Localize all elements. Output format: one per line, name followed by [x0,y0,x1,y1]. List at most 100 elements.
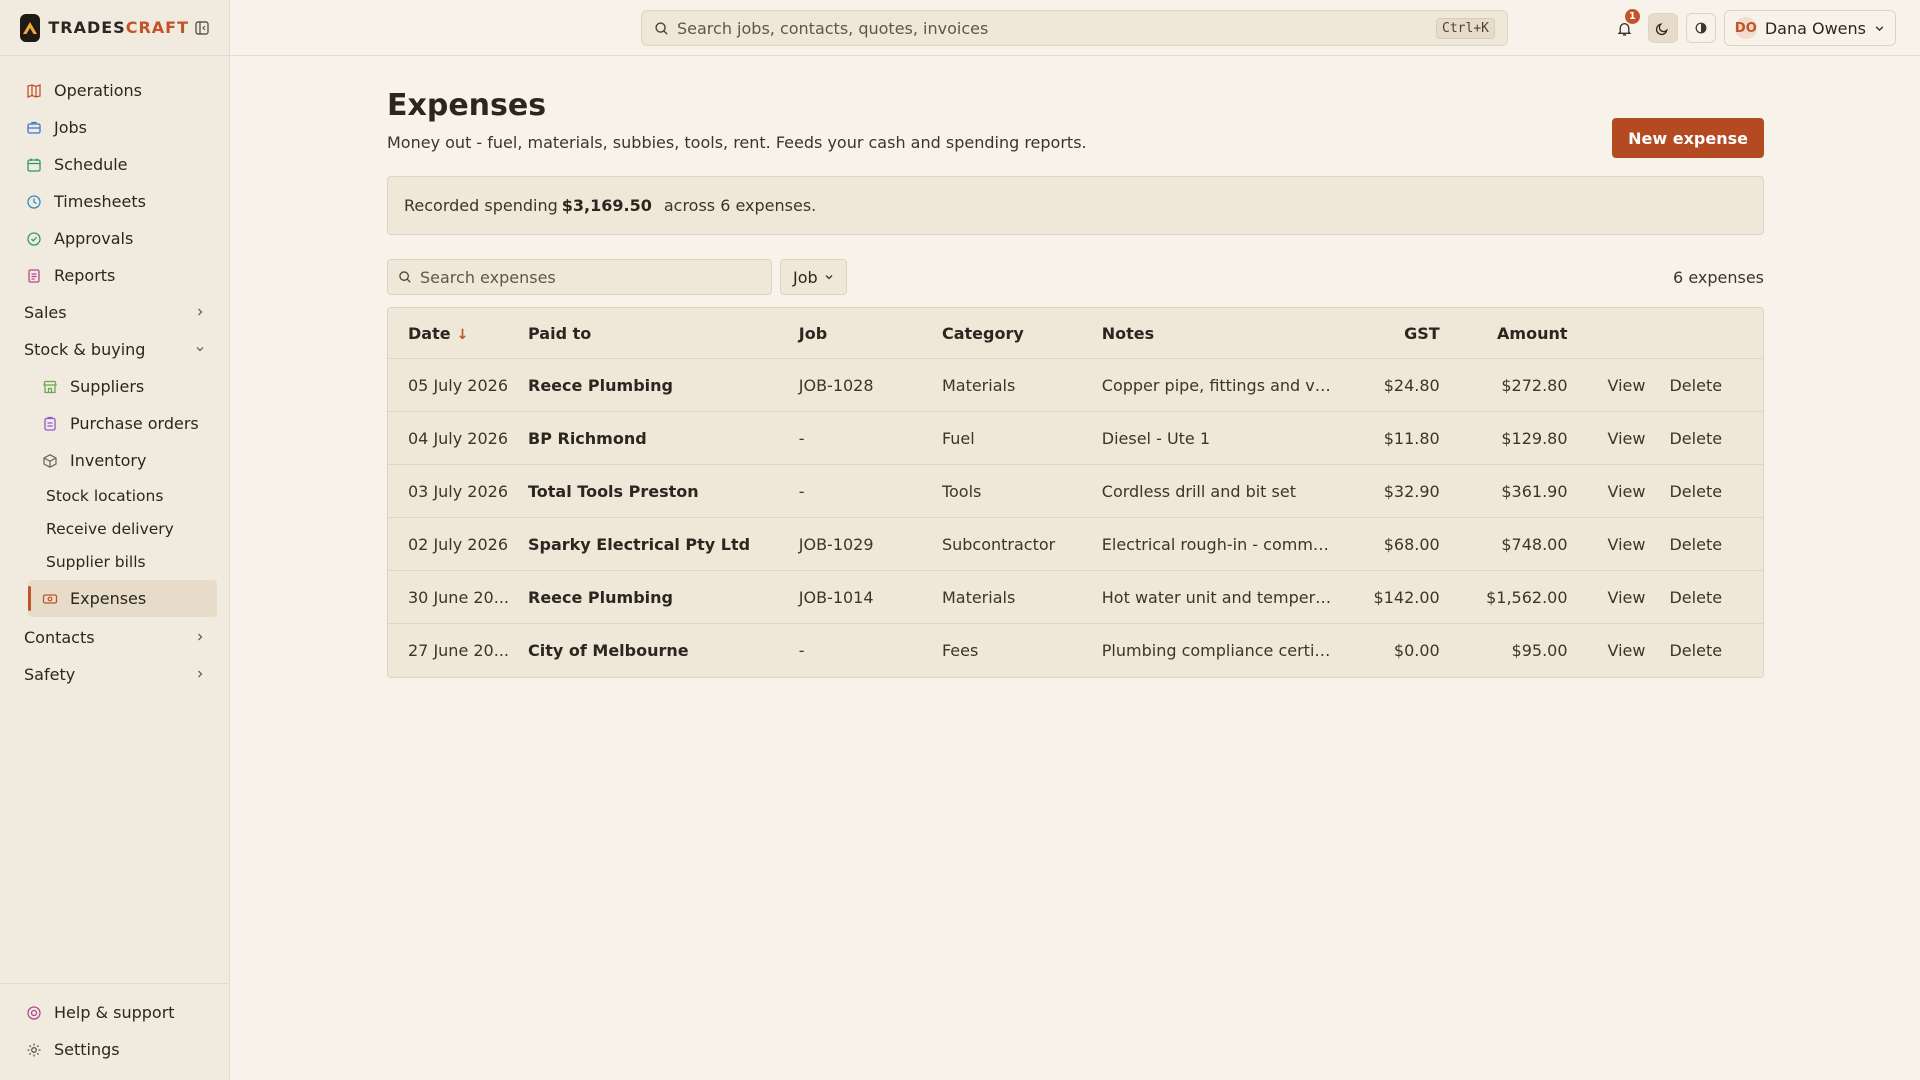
lifebuoy-icon [24,1003,44,1023]
sidebar-item-label: Operations [54,81,142,100]
sidebar-item-reports[interactable]: Reports [0,257,229,294]
sidebar-group-sales[interactable]: Sales [0,294,229,331]
summary-total: $3,169.50 [561,196,652,215]
column-date[interactable]: Date ↓ [388,308,508,359]
view-button[interactable]: View [1608,376,1646,395]
chevron-right-icon [195,306,205,320]
table-header-row: Date ↓ Paid to Job Category Notes GST Amo… [388,308,1763,359]
report-icon [24,266,44,286]
contrast-icon [1694,21,1708,35]
sidebar-item-schedule[interactable]: Schedule [0,146,229,183]
collapse-sidebar-icon[interactable] [195,20,209,35]
cell-paid-to: BP Richmond [508,412,779,465]
sidebar-item-label: Reports [54,266,116,285]
logo-icon [20,13,41,42]
column-category[interactable]: Category [921,308,1082,359]
table-row[interactable]: 03 July 2026 Total Tools Preston - Tools Cor… [388,465,1763,518]
table-row[interactable]: 30 June 20... Reece Plumbing JOB-1014 Mater… [388,571,1763,624]
cell-amount: $129.80 [1459,412,1588,465]
table-row[interactable]: 04 July 2026 BP Richmond - Fuel Diesel - Ute… [388,412,1763,465]
search-placeholder: Search expenses [420,267,556,287]
view-button[interactable]: View [1608,588,1646,607]
sidebar-item-purchase-orders[interactable]: Purchase orders [18,405,229,442]
sidebar-group-contacts[interactable]: Contacts [0,619,229,656]
sidebar-group-safety[interactable]: Safety [0,656,229,693]
cell-notes: Copper pipe, fittings and valves [1081,359,1352,412]
sidebar-item-receive-delivery[interactable]: Receive delivery [18,512,229,545]
contrast-toggle[interactable] [1685,13,1716,43]
cell-job: - [778,412,922,465]
cell-date: 03 July 2026 [388,465,508,518]
sidebar-item-approvals[interactable]: Approvals [0,220,229,257]
column-paid-to[interactable]: Paid to [508,308,779,359]
view-button[interactable]: View [1608,535,1646,554]
new-expense-button[interactable]: New expense [1612,118,1764,158]
sidebar-item-label: Approvals [54,229,134,248]
table-row[interactable]: 02 July 2026 Sparky Electrical Pty Ltd JOB… [388,518,1763,571]
user-name: Dana Owens [1764,18,1866,38]
column-job[interactable]: Job [778,308,922,359]
view-button[interactable]: View [1608,641,1646,660]
cell-category: Tools [921,465,1082,518]
sidebar-group-stock[interactable]: Stock & buying [0,331,229,368]
sidebar-footer: Help & support Settings [0,983,229,1080]
column-gst[interactable]: GST [1351,308,1460,359]
table-row[interactable]: 05 July 2026 Reece Plumbing JOB-1028 Materi… [388,359,1763,412]
cell-actions: View Delete [1587,412,1763,465]
notifications-button[interactable]: 1 [1610,9,1640,43]
briefcase-icon [24,118,44,138]
sidebar-item-stock-locations[interactable]: Stock locations [18,479,229,512]
sidebar-item-expenses[interactable]: Expenses [28,580,217,617]
cell-paid-to: Sparky Electrical Pty Ltd [508,518,779,571]
cell-amount: $1,562.00 [1459,571,1588,624]
cell-paid-to: City of Melbourne [528,641,689,660]
money-icon [40,589,60,609]
job-filter-dropdown[interactable]: Job [780,259,847,295]
store-icon [40,377,60,397]
delete-button[interactable]: Delete [1669,641,1722,660]
delete-button[interactable]: Delete [1669,376,1722,395]
sidebar-item-suppliers[interactable]: Suppliers [18,368,229,405]
dark-mode-toggle[interactable] [1647,13,1678,43]
shortcut-hint: Ctrl+K [1436,17,1495,39]
cell-gst: $24.80 [1351,359,1460,412]
sidebar-item-timesheets[interactable]: Timesheets [0,183,229,220]
cell-paid-to: Reece Plumbing [508,359,779,412]
delete-button[interactable]: Delete [1669,482,1722,501]
sidebar-item-supplier-bills[interactable]: Supplier bills [18,545,229,578]
column-amount[interactable]: Amount [1459,308,1588,359]
expense-search-input[interactable]: Search expenses [387,259,772,295]
view-button[interactable]: View [1608,429,1646,448]
brand: TRADESCRAFT [0,0,229,56]
sidebar-item-label: Suppliers [70,377,145,396]
calendar-icon [24,155,44,175]
view-button[interactable]: View [1608,482,1646,501]
table-body: 05 July 2026 Reece Plumbing JOB-1028 Materi… [388,359,1763,677]
sidebar-item-help[interactable]: Help & support [0,994,229,1031]
table-row[interactable]: 27 June 20... City of Melbourne - Fees Plumb… [388,624,1763,677]
cell-job: - [778,465,922,518]
delete-button[interactable]: Delete [1669,429,1722,448]
cell-notes: Hot water unit and tempering va... [1081,571,1352,624]
cell-actions: View Delete [1587,571,1763,624]
global-search-input[interactable]: Search jobs, contacts, quotes, invoices … [641,10,1508,46]
sidebar-item-label: Sales [24,303,67,322]
cell-date: 05 July 2026 [388,359,508,412]
cell-job: JOB-1029 [778,518,922,571]
sidebar-item-operations[interactable]: Operations [0,72,229,109]
sidebar-item-label: Contacts [24,628,95,647]
cell-notes: Plumbing compliance certificate [1101,641,1352,660]
cell-date: 30 June 20... [388,571,508,624]
cell-job: JOB-1014 [778,571,922,624]
delete-button[interactable]: Delete [1669,535,1722,554]
sidebar-item-jobs[interactable]: Jobs [0,109,229,146]
summary-suffix: across 6 expenses. [663,196,817,215]
clock-icon [24,192,44,212]
delete-button[interactable]: Delete [1669,588,1722,607]
column-notes[interactable]: Notes [1081,308,1352,359]
search-icon [398,270,412,284]
sidebar-item-inventory[interactable]: Inventory [18,442,229,479]
sidebar-item-settings[interactable]: Settings [0,1031,229,1068]
sidebar-item-label: Inventory [70,451,147,470]
user-menu[interactable]: DO Dana Owens [1723,10,1896,46]
